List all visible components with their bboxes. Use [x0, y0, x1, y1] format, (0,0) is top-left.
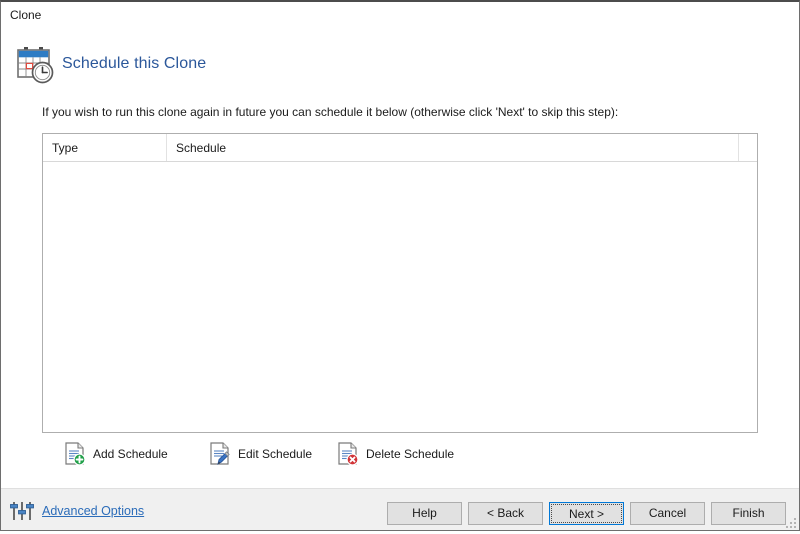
- add-schedule-button[interactable]: Add Schedule: [64, 439, 168, 469]
- column-header-type-label: Type: [52, 141, 79, 155]
- help-button[interactable]: Help: [387, 502, 462, 525]
- calendar-clock-icon: [14, 44, 56, 86]
- document-edit-icon: [209, 442, 231, 466]
- advanced-options-label: Advanced Options: [42, 504, 145, 518]
- page-header: Schedule this Clone: [1, 30, 799, 86]
- sliders-icon: [10, 500, 34, 522]
- window-title: Clone: [10, 8, 42, 22]
- column-header-type[interactable]: Type: [43, 134, 167, 161]
- schedule-list-body[interactable]: [43, 162, 757, 432]
- next-button-label: Next >: [551, 504, 622, 523]
- resize-grip[interactable]: [785, 516, 797, 528]
- instruction-text: If you wish to run this clone again in f…: [42, 105, 619, 119]
- column-header-spacer[interactable]: [739, 134, 757, 161]
- title-bar: Clone: [1, 2, 799, 30]
- cancel-button[interactable]: Cancel: [630, 502, 705, 525]
- finish-button[interactable]: Finish: [711, 502, 786, 525]
- next-button[interactable]: Next >: [549, 502, 624, 525]
- delete-schedule-label: Delete Schedule: [366, 447, 455, 461]
- schedule-list-header: Type Schedule: [43, 134, 757, 162]
- back-button[interactable]: < Back: [468, 502, 543, 525]
- edit-schedule-button[interactable]: Edit Schedule: [209, 439, 312, 469]
- delete-schedule-button[interactable]: Delete Schedule: [337, 439, 454, 469]
- document-delete-icon: [337, 442, 359, 466]
- add-schedule-label: Add Schedule: [93, 447, 168, 461]
- schedule-list[interactable]: Type Schedule: [42, 133, 758, 433]
- schedule-actions: Add Schedule Edit Schedule Delete Schedu…: [42, 439, 758, 471]
- advanced-options-link[interactable]: Advanced Options: [10, 500, 144, 522]
- column-header-schedule-label: Schedule: [176, 141, 227, 155]
- column-header-schedule[interactable]: Schedule: [167, 134, 739, 161]
- page-title: Schedule this Clone: [62, 55, 207, 72]
- document-add-icon: [64, 442, 86, 466]
- clone-wizard-window: Clone Schedule this Clone If you wish to…: [0, 0, 800, 531]
- edit-schedule-label: Edit Schedule: [238, 447, 313, 461]
